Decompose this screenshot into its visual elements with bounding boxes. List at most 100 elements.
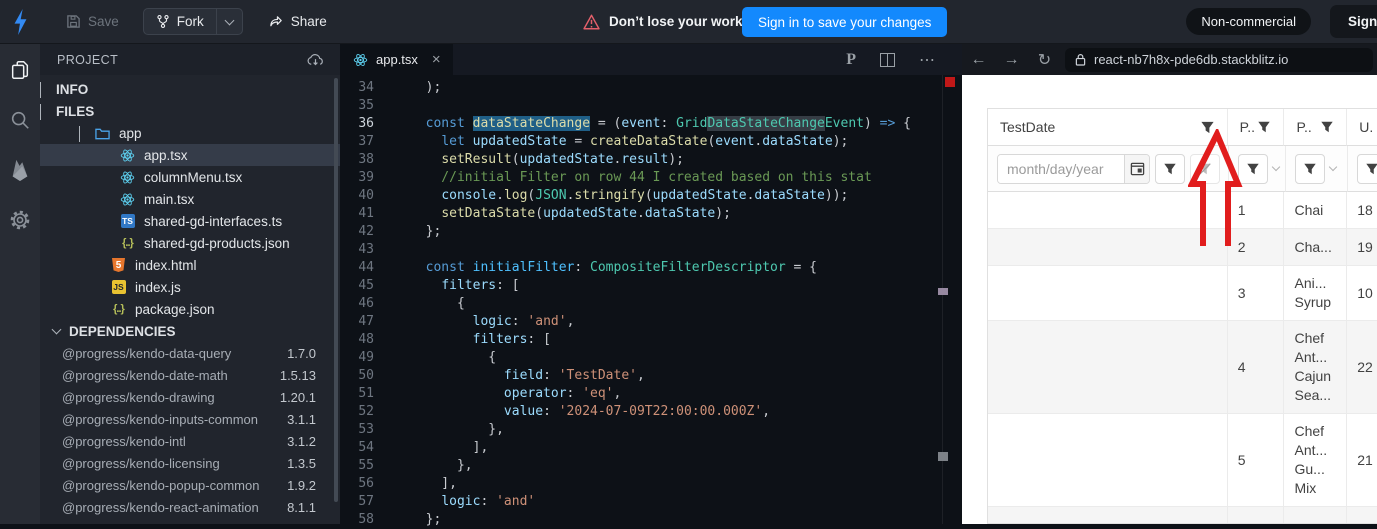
fork-button[interactable]: Fork <box>144 9 216 34</box>
chevron-right-icon <box>40 81 41 98</box>
file-tree-item[interactable]: {..} shared-gd-products.json <box>40 232 340 254</box>
dependency-item[interactable]: @progress/kendo-licensing 1.3.5 <box>40 452 340 474</box>
overview-ruler-error-marker <box>945 77 955 87</box>
file-name: app <box>119 125 142 141</box>
cell-id: 2 <box>1227 229 1285 266</box>
file-tree-item[interactable]: main.tsx <box>40 188 340 210</box>
filter-funnel-icon[interactable] <box>1320 120 1334 134</box>
save-button[interactable]: Save <box>56 8 129 35</box>
close-tab-icon[interactable]: × <box>432 51 441 68</box>
filter-apply-button[interactable] <box>1238 153 1268 184</box>
code-content[interactable]: 34 ); 35 36 const dataStateChange = (event… <box>340 75 962 529</box>
url-bar[interactable]: react-nb7h8x-pde6db.stackblitz.io <box>1065 47 1373 72</box>
filter-funnel-icon[interactable] <box>1257 120 1271 134</box>
code-line: 48 filters: [ <box>340 331 962 349</box>
section-info[interactable]: INFO <box>40 78 340 100</box>
overview-ruler-marker <box>938 288 948 295</box>
line-number: 56 <box>358 476 374 491</box>
prettier-format-icon[interactable]: P <box>846 51 856 69</box>
code-line: 50 field: 'TestDate', <box>340 367 962 385</box>
filter-cell-p2 <box>1286 146 1348 192</box>
sign-in-button[interactable]: Sign in <box>1330 5 1377 38</box>
forward-icon[interactable]: → <box>995 51 1028 69</box>
code-editor[interactable]: app.tsx × P ⋯ 34 ); 35 36 const dataStateC… <box>340 44 962 527</box>
split-editor-icon[interactable] <box>880 52 895 67</box>
react-icon <box>120 171 135 183</box>
section-files[interactable]: FILES <box>40 100 340 122</box>
fork-button-group: Fork <box>142 8 243 35</box>
file-tree: INFO FILES app app.tsx columnMenu.tsx main.ts… <box>40 75 340 320</box>
filter-apply-button[interactable] <box>1356 153 1377 184</box>
filter-operator-dropdown-icon[interactable] <box>1328 162 1338 172</box>
stackblitz-logo-icon[interactable] <box>0 8 40 35</box>
file-name: main.tsx <box>144 191 195 207</box>
fork-icon <box>157 14 169 29</box>
line-number: 39 <box>358 170 374 185</box>
calendar-icon[interactable] <box>1124 154 1149 183</box>
search-icon[interactable] <box>8 108 32 132</box>
file-name: app.tsx <box>144 147 188 163</box>
overview-ruler-marker <box>938 452 948 461</box>
javascript-icon: JS <box>111 280 126 294</box>
chevron-down-icon <box>224 15 235 25</box>
cell-testdate <box>988 414 1228 507</box>
table-row <box>988 507 1377 523</box>
cell-testdate <box>988 266 1228 321</box>
dependency-item[interactable]: @progress/kendo-inputs-common 3.1.1 <box>40 408 340 430</box>
back-icon[interactable]: ← <box>962 51 995 69</box>
line-number: 38 <box>358 152 374 167</box>
file-tree-item[interactable]: 5 index.html <box>40 254 340 276</box>
sign-in-to-save-button[interactable]: Sign in to save your changes <box>742 7 948 37</box>
file-tree-item[interactable]: columnMenu.tsx <box>40 166 340 188</box>
dependency-item[interactable]: @progress/kendo-react-animation 8.1.1 <box>40 496 340 518</box>
file-tree-item[interactable]: TS shared-gd-interfaces.ts <box>40 210 340 232</box>
line-number: 48 <box>358 332 374 347</box>
dependency-item[interactable]: @progress/kendo-data-query 1.7.0 <box>40 342 340 364</box>
file-tree-item[interactable]: app <box>40 122 340 144</box>
filter-funnel-icon[interactable] <box>1200 120 1215 135</box>
filter-operator-dropdown-icon[interactable] <box>1271 162 1281 172</box>
file-tree-item[interactable]: app.tsx <box>40 144 340 166</box>
settings-gear-icon[interactable] <box>8 208 32 232</box>
non-commercial-badge[interactable]: Non-commercial <box>1186 8 1311 35</box>
file-tree-item[interactable]: {..} package.json <box>40 298 340 320</box>
code-line: 58 }; <box>340 511 962 529</box>
kendo-data-grid: TestDate P.. P.. U. month/day/year 1 Cha… <box>987 108 1377 524</box>
filter-cell-testdate <box>988 146 1229 192</box>
filter-apply-button[interactable] <box>1155 153 1185 184</box>
preview-pane: ← → ↻ react-nb7h8x-pde6db.stackblitz.io … <box>962 44 1377 524</box>
filter-clear-button[interactable] <box>1190 153 1220 184</box>
dependency-name: @progress/kendo-licensing <box>62 455 220 471</box>
dependency-item[interactable]: @progress/kendo-popup-common 1.9.2 <box>40 474 340 496</box>
code-line: 36 const dataStateChange = (event: GridD… <box>340 115 962 133</box>
cell-units: 10 <box>1347 266 1377 321</box>
filter-apply-button[interactable] <box>1295 153 1325 184</box>
more-options-icon[interactable]: ⋯ <box>919 50 936 70</box>
download-project-cloud-icon[interactable] <box>307 53 324 67</box>
date-picker <box>997 153 1150 184</box>
dependency-version: 1.7.0 <box>287 345 316 361</box>
dependency-version: 1.3.5 <box>287 455 316 471</box>
share-button[interactable]: Share <box>259 8 337 35</box>
chevron-down-icon <box>79 125 80 142</box>
explorer-scrollbar[interactable] <box>334 78 338 502</box>
file-tree-item[interactable]: JS index.js <box>40 276 340 298</box>
fork-dropdown-button[interactable] <box>215 9 242 34</box>
dependencies-section-header[interactable]: DEPENDENCIES <box>40 320 340 342</box>
code-line: 34 ); <box>340 79 962 97</box>
firebase-icon[interactable] <box>8 158 32 182</box>
project-files-icon[interactable] <box>8 58 32 82</box>
chevron-down-icon <box>51 324 62 335</box>
line-number: 55 <box>358 458 374 473</box>
cell-units: 22 <box>1347 321 1377 414</box>
line-number: 47 <box>358 314 374 329</box>
date-filter-input[interactable] <box>998 154 1124 183</box>
fork-label: Fork <box>176 14 204 29</box>
dependency-item[interactable]: @progress/kendo-drawing 1.20.1 <box>40 386 340 408</box>
tab-app-tsx[interactable]: app.tsx × <box>340 44 453 75</box>
reload-icon[interactable]: ↻ <box>1028 50 1061 70</box>
line-number: 40 <box>358 188 374 203</box>
file-name: index.html <box>135 257 197 273</box>
dependency-item[interactable]: @progress/kendo-intl 3.1.2 <box>40 430 340 452</box>
dependency-item[interactable]: @progress/kendo-date-math 1.5.13 <box>40 364 340 386</box>
